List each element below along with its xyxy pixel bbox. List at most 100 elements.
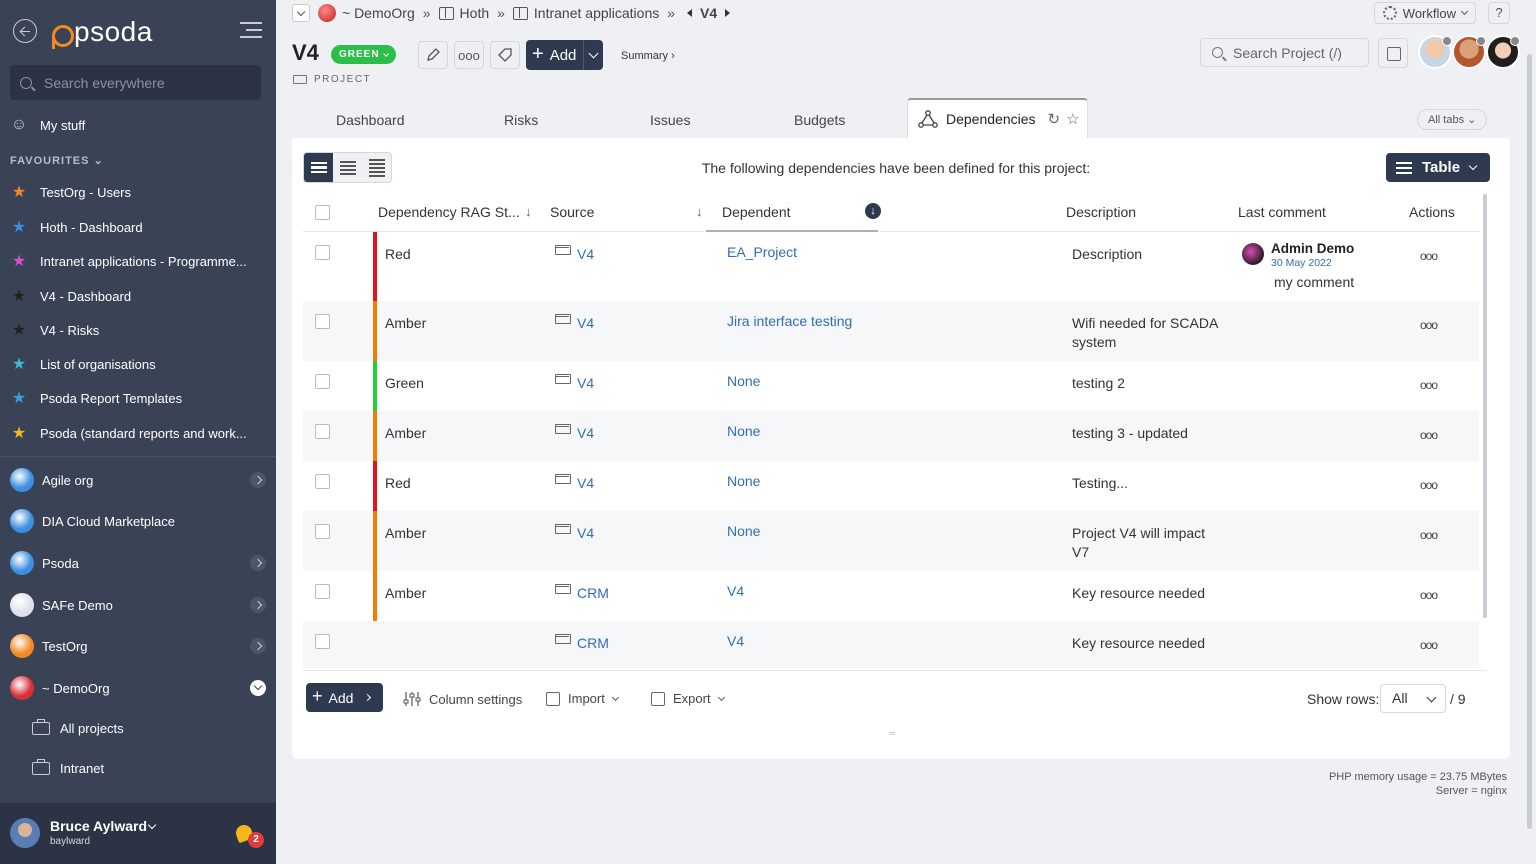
chevron-right-icon[interactable] [250,555,266,571]
header-rag[interactable]: Dependency RAG St... [378,204,520,220]
back-icon[interactable] [13,19,37,43]
column-settings-button[interactable]: Column settings [403,691,522,707]
row-actions-button[interactable]: ooo [1420,249,1438,263]
edit-button[interactable] [418,41,448,69]
sub-item[interactable]: Intranet [32,759,104,776]
tab-dashboard[interactable]: Dashboard [336,112,405,128]
row-actions-button[interactable]: ooo [1420,588,1438,602]
breadcrumb-org[interactable]: ~ DemoOrg [342,5,415,21]
sort-arrow-icon[interactable]: ↓ [696,204,703,219]
row-checkbox[interactable] [315,474,330,489]
source-link[interactable]: V4 [577,525,594,541]
avatar[interactable] [1418,35,1452,69]
share-button[interactable] [1378,38,1408,68]
chevron-right-icon[interactable] [250,597,266,613]
dependent-link[interactable]: None [727,423,760,439]
export-button[interactable]: Export [651,691,725,706]
view-mode-button[interactable]: Table [1386,153,1490,182]
header-last-comment[interactable]: Last comment [1238,204,1326,220]
row-actions-button[interactable]: ooo [1420,478,1438,492]
row-checkbox[interactable] [315,524,330,539]
row-actions-button[interactable]: ooo [1420,528,1438,542]
avatar[interactable] [1452,35,1486,69]
favourite-item[interactable]: ★ List of organisations [10,354,156,374]
row-actions-button[interactable]: ooo [1420,378,1438,392]
global-search-input[interactable]: Search everywhere [10,65,261,100]
breadcrumb-item-intranet[interactable]: Intranet applications [534,5,659,21]
row-actions-button[interactable]: ooo [1420,318,1438,332]
dependent-link[interactable]: EA_Project [727,244,797,260]
help-button[interactable]: ? [1488,2,1510,24]
dependent-link[interactable]: Jira interface testing [727,313,852,329]
dependent-link[interactable]: None [727,523,760,539]
table-row[interactable]: Amber V4 None Project V4 will impact V7 ooo [303,511,1479,571]
source-link[interactable]: V4 [577,375,594,391]
add-dropdown-toggle[interactable] [583,40,603,70]
star-outline-icon[interactable]: ☆ [1066,110,1079,128]
refresh-icon[interactable]: ↻ [1048,110,1061,128]
psoda-logo[interactable]: psoda [50,12,153,52]
table-row[interactable]: CRM V4 Key resource needed ooo [303,621,1479,668]
favourite-item[interactable]: ★ Hoth - Dashboard [10,217,143,237]
org-item[interactable]: SAFe Demo [10,593,268,617]
dependent-link[interactable]: None [727,373,760,389]
tag-button[interactable] [490,41,520,69]
source-link[interactable]: V4 [577,246,594,262]
favourite-item[interactable]: ★ TestOrg - Users [10,182,131,202]
table-row[interactable]: Red V4 None Testing... ooo [303,461,1479,511]
source-link[interactable]: V4 [577,475,594,491]
favourite-item[interactable]: ★ V4 - Dashboard [10,286,131,306]
breadcrumb-item-hoth[interactable]: Hoth [460,5,490,21]
row-actions-button[interactable]: ooo [1420,428,1438,442]
comment-author[interactable]: Admin Demo [1271,241,1354,256]
header-description[interactable]: Description [1066,204,1136,220]
header-source[interactable]: Source [550,204,594,220]
source-link[interactable]: CRM [577,635,609,651]
row-checkbox[interactable] [315,314,330,329]
dependent-link[interactable]: None [727,473,760,489]
table-row[interactable]: Amber V4 Jira interface testing Wifi needed… [303,301,1479,361]
import-button[interactable]: Import [546,691,619,706]
chevron-right-icon[interactable] [250,638,266,654]
row-checkbox[interactable] [315,374,330,389]
row-checkbox[interactable] [315,245,330,260]
tab-dependencies[interactable]: Dependencies ↻ ☆ [907,98,1088,138]
row-actions-button[interactable]: ooo [1420,638,1438,652]
favourites-title[interactable]: FAVOURITES ⌄ [10,154,104,167]
status-badge[interactable]: GREEN [331,45,396,64]
page-scrollbar[interactable] [1527,54,1532,829]
user-panel[interactable]: Bruce Aylward baylward [0,803,276,864]
table-row[interactable]: Green V4 None testing 2 ooo [303,361,1479,411]
source-link[interactable]: V4 [577,315,594,331]
project-search-input[interactable]: Search Project (/) [1200,38,1369,67]
chevron-down-icon[interactable] [250,680,266,696]
summary-link[interactable]: Summary › [621,50,675,62]
favourite-item[interactable]: ★ V4 - Risks [10,320,99,340]
org-item[interactable]: Agile org [10,468,268,492]
sub-item[interactable]: All projects [32,719,124,736]
chevron-right-icon[interactable] [250,472,266,488]
collapse-menu-icon[interactable] [238,22,262,40]
chevron-down-icon[interactable] [147,820,157,830]
all-tabs-button[interactable]: All tabs ⌄ [1417,109,1488,130]
workflow-button[interactable]: Workflow [1373,2,1476,24]
more-options-button[interactable]: ooo [454,41,484,69]
select-all-checkbox[interactable] [315,205,330,220]
dependent-link[interactable]: V4 [727,583,744,599]
sort-active-icon[interactable]: ↓ [865,203,881,219]
org-item[interactable]: ~ DemoOrg [10,676,268,700]
previous-project-icon[interactable] [687,9,693,17]
table-scrollbar[interactable] [1483,194,1487,618]
add-button[interactable]: + Add [526,40,603,70]
favourite-item[interactable]: ★ Psoda Report Templates [10,388,182,408]
org-item[interactable]: TestOrg [10,634,268,658]
org-item[interactable]: DIA Cloud Marketplace [10,509,268,533]
resize-grip-icon[interactable]: ═ [889,728,901,738]
row-checkbox[interactable] [315,424,330,439]
avatar[interactable] [1486,35,1520,69]
my-stuff-link[interactable]: ☺ My stuff [10,116,85,134]
row-checkbox[interactable] [315,584,330,599]
org-item[interactable]: Psoda [10,551,268,575]
show-rows-select[interactable]: All [1380,684,1446,713]
tab-budgets[interactable]: Budgets [794,112,845,128]
